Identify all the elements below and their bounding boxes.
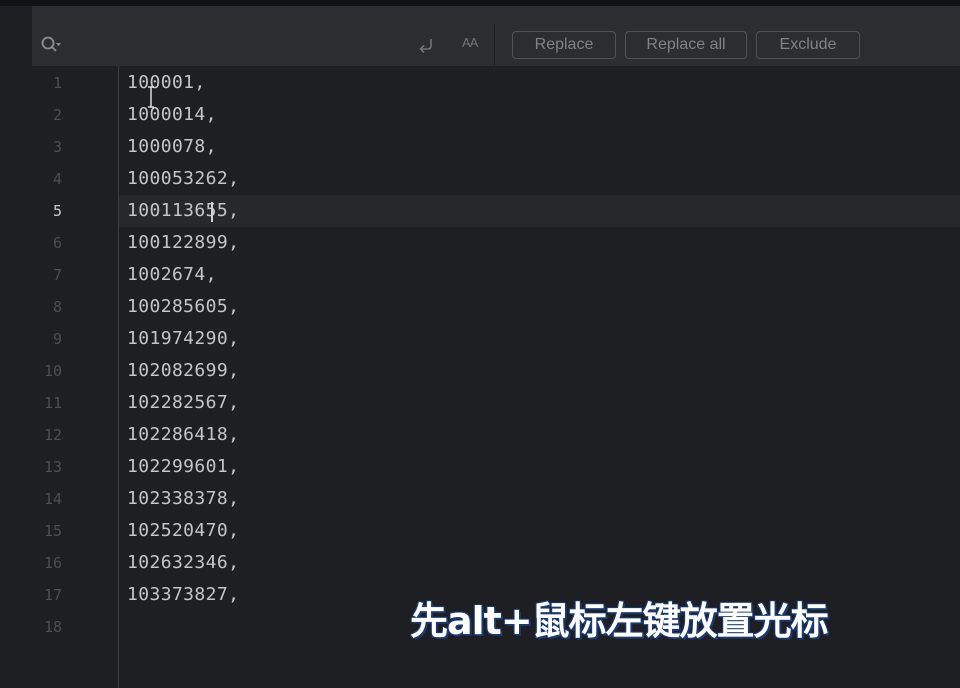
line-number[interactable]: 14 [32, 483, 62, 515]
code-line[interactable]: 100053262, [127, 163, 239, 195]
replace-row: AA Replace Replace all Exclude [32, 24, 960, 67]
code-line[interactable]: 102286418, [127, 419, 239, 451]
code-line[interactable]: 1000014, [127, 99, 217, 131]
code-line[interactable]: 102338378, [127, 483, 239, 515]
line-number[interactable]: 13 [32, 451, 62, 483]
code-line[interactable]: 102299601, [127, 451, 239, 483]
video-subtitle: 先alt+鼠标左键放置光标 [410, 599, 829, 643]
line-number[interactable]: 3 [32, 131, 62, 163]
replace-button[interactable]: Replace [512, 31, 616, 59]
line-number[interactable]: 9 [32, 323, 62, 355]
code-line[interactable]: 102520470, [127, 515, 239, 547]
code-line[interactable]: 103373827, [127, 579, 239, 611]
line-number[interactable]: 18 [32, 611, 62, 643]
line-number[interactable]: 6 [32, 227, 62, 259]
code-line[interactable]: 100001, [127, 67, 206, 99]
replace-all-button[interactable]: Replace all [625, 31, 747, 59]
code-line[interactable]: 102632346, [127, 547, 239, 579]
line-number[interactable]: 8 [32, 291, 62, 323]
line-number[interactable]: 10 [32, 355, 62, 387]
code-line[interactable]: 1000078, [127, 131, 217, 163]
match-case-icon[interactable]: AA [462, 35, 478, 50]
gutter-separator [118, 66, 119, 688]
search-history-icon[interactable] [40, 35, 62, 55]
current-line-highlight [119, 195, 960, 227]
code-line[interactable]: 102282567, [127, 387, 239, 419]
line-number[interactable]: 4 [32, 163, 62, 195]
code-line[interactable]: 101974290, [127, 323, 239, 355]
left-window-edge [0, 0, 32, 688]
line-number[interactable]: 12 [32, 419, 62, 451]
exclude-button[interactable]: Exclude [756, 31, 860, 59]
line-number[interactable]: 11 [32, 387, 62, 419]
line-number[interactable]: 1 [32, 67, 62, 99]
mouse-ibeam-cursor-icon [148, 86, 154, 108]
preserve-case-icon[interactable] [416, 35, 436, 55]
line-number[interactable]: 16 [32, 547, 62, 579]
text-caret [211, 202, 213, 222]
replace-input[interactable]: AA [32, 24, 495, 66]
code-line[interactable]: 100113655, [127, 195, 239, 227]
code-line[interactable]: 100122899, [127, 227, 239, 259]
code-line[interactable]: 102082699, [127, 355, 239, 387]
code-line[interactable]: 1002674, [127, 259, 217, 291]
line-number[interactable]: 15 [32, 515, 62, 547]
window-top-edge [0, 0, 960, 6]
line-number[interactable]: 5 [32, 195, 62, 227]
line-number[interactable]: 2 [32, 99, 62, 131]
line-number[interactable]: 17 [32, 579, 62, 611]
code-line[interactable]: 100285605, [127, 291, 239, 323]
line-number[interactable]: 7 [32, 259, 62, 291]
